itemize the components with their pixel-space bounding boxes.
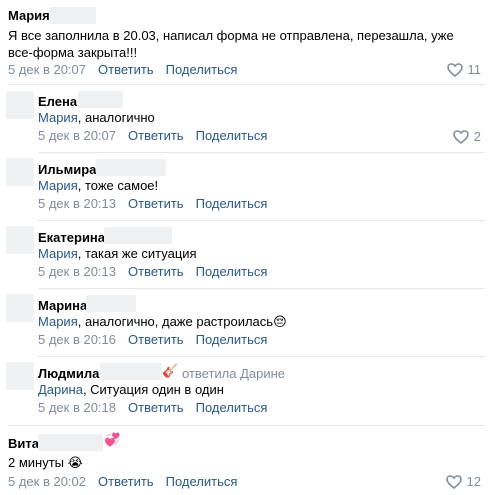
like-button[interactable]: 12 [445,474,481,489]
author-name-redacted [104,227,172,244]
reply-meta: 5 дек в 20:18 Ответить Поделиться [38,400,267,416]
author-name-redacted [100,363,162,380]
reply-date[interactable]: 5 дек в 20:18 [38,400,116,415]
reply-meta: 5 дек в 20:07 Ответить Поделиться [38,128,267,144]
reply-text-body: , тоже самое! [77,178,159,193]
reply-text: Мария, аналогично [38,109,155,126]
comment-top: Мария Я все заполнила в 20.03, написал ф… [0,0,493,86]
reply-date[interactable]: 5 дек в 20:13 [38,264,116,279]
heart-icon [445,474,462,489]
guitar-emoji: 🎸 [162,363,179,378]
hearts-emoji: 💞 [104,432,121,447]
reply-meta: 5 дек в 20:16 Ответить Поделиться [38,332,267,348]
comment-author[interactable]: Мария [8,8,50,23]
mention-link[interactable]: Дарина [38,382,83,397]
like-count: 2 [473,129,481,144]
reply-button[interactable]: Ответить [128,332,184,347]
reply-button[interactable]: Ответить [128,400,184,415]
reply-date[interactable]: 5 дек в 20:13 [38,196,116,211]
share-button[interactable]: Поделиться [196,400,268,415]
mention-link[interactable]: Мария [38,246,78,261]
replied-to-link[interactable]: ответила Дарине [182,366,285,381]
author-name-redacted [50,7,96,24]
reply-text: Дарина, Ситуация один в один [38,381,224,398]
reply-button[interactable]: Ответить [98,62,154,77]
reply-button[interactable]: Ответить [128,128,184,143]
comment-date[interactable]: 5 дек в 20:07 [8,62,86,77]
like-button[interactable]: 2 [452,129,481,144]
avatar[interactable] [6,91,34,119]
reply-author[interactable]: Екатерина [38,230,105,245]
mention-link[interactable]: Мария [38,178,78,193]
reply-author[interactable]: Марина [38,298,87,313]
author-name-redacted [78,91,123,108]
pensive-face-emoji: 😔 [273,314,287,329]
share-button[interactable]: Поделиться [196,264,268,279]
avatar[interactable] [6,158,34,186]
like-button[interactable]: 11 [446,62,482,77]
share-button[interactable]: Поделиться [196,128,268,143]
reply-date[interactable]: 5 дек в 20:07 [38,128,116,143]
crying-face-emoji: 😭 [67,455,83,470]
reply-item: Марина Мария, аналогично, даже растроила… [0,289,493,356]
like-count: 12 [466,474,481,489]
reply-text-body: , Ситуация один в один [82,382,224,397]
comment-text: 2 минуты 😭 [8,454,83,471]
heart-icon [452,129,469,144]
comment-date[interactable]: 5 дек в 20:02 [8,474,86,489]
author-name-redacted [38,434,103,451]
reply-meta: 5 дек в 20:13 Ответить Поделиться [38,264,267,280]
comment-meta: 5 дек в 20:02 Ответить Поделиться [8,474,237,490]
share-button[interactable]: Поделиться [196,196,268,211]
mention-link[interactable]: Мария [38,314,78,329]
reply-item: Елена Мария, аналогично 5 дек в 20:07 Отв… [0,85,493,152]
reply-button[interactable]: Ответить [98,474,154,489]
share-button[interactable]: Поделиться [166,474,238,489]
comment-author[interactable]: Вита [8,436,39,451]
reply-item: Людмила 🎸 ответила Дарине Дарина, Ситуац… [0,357,493,425]
reply-author[interactable]: Ильмира [38,162,96,177]
comment-text-body: 2 минуты [8,455,65,470]
reply-text-body: , аналогично [77,110,155,125]
reply-date[interactable]: 5 дек в 20:16 [38,332,116,347]
like-count: 11 [467,62,482,77]
avatar[interactable] [6,362,34,390]
reply-meta: 5 дек в 20:13 Ответить Поделиться [38,196,267,212]
comment-text: Я все заполнила в 20.03, написал форма н… [8,28,454,60]
reply-text-body: , аналогично, даже растроилась [77,314,274,329]
author-name-redacted [86,295,136,312]
reply-item: Екатерина Мария, такая же ситуация 5 дек… [0,221,493,288]
avatar[interactable] [6,226,34,254]
share-button[interactable]: Поделиться [166,62,238,77]
reply-button[interactable]: Ответить [128,196,184,211]
mention-link[interactable]: Мария [38,110,78,125]
reply-button[interactable]: Ответить [128,264,184,279]
avatar[interactable] [6,294,34,322]
share-button[interactable]: Поделиться [196,332,268,347]
heart-icon [446,62,463,77]
reply-text: Мария, такая же ситуация [38,245,197,262]
reply-text-body: , такая же ситуация [77,246,197,261]
reply-text: Мария, тоже самое! [38,177,158,194]
reply-item: Ильмира Мария, тоже самое! 5 дек в 20:13… [0,153,493,220]
reply-author[interactable]: Елена [38,94,77,109]
comment-meta: 5 дек в 20:07 Ответить Поделиться [8,62,237,78]
reply-author[interactable]: Людмила [38,366,99,381]
author-name-redacted [96,159,166,176]
reply-text: Мария, аналогично, даже растроилась😔 [38,313,287,330]
comment-top: Вита 💞 2 минуты 😭 5 дек в 20:02 Ответить П… [0,426,493,495]
